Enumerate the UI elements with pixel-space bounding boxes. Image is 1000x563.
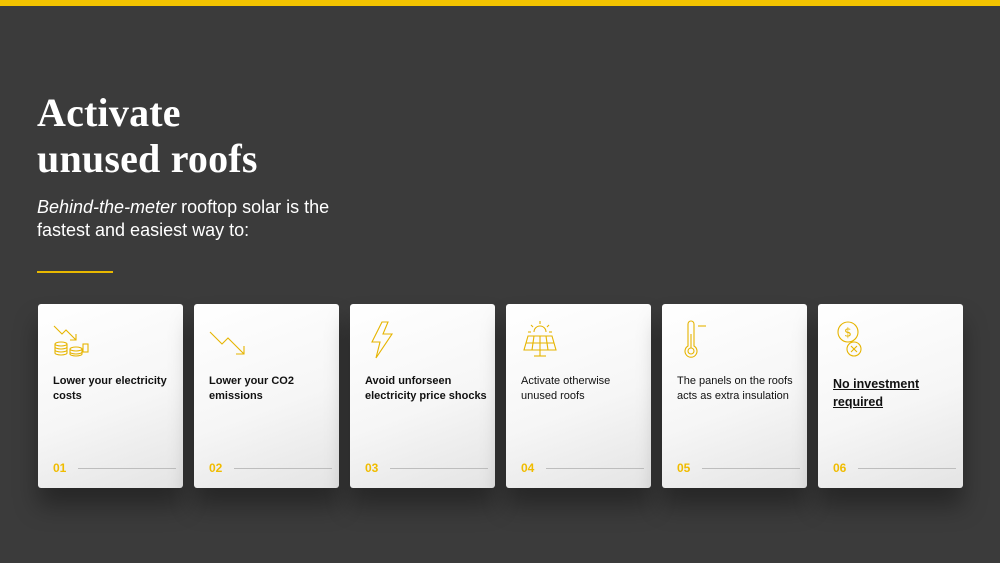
benefit-card-02: Lower your CO2 emissions 02 [194, 304, 339, 488]
benefit-label: Avoid unforseen electricity price shocks [365, 375, 487, 402]
benefit-label: No investment required [833, 377, 920, 409]
benefit-number: 02 [209, 461, 223, 475]
benefit-label: Lower your electricity costs [53, 375, 167, 402]
benefit-card-03: Avoid unforseen electricity price shocks… [350, 304, 495, 488]
benefit-number: 01 [53, 461, 67, 475]
title-line-2: unused roofs [37, 136, 258, 181]
trend-down-arrow-icon [208, 320, 248, 360]
dollar-no-cost-icon: $ [832, 320, 872, 360]
solar-panel-sun-icon [520, 320, 560, 360]
card-divider [234, 468, 332, 469]
benefit-number: 03 [365, 461, 379, 475]
slide-title: Activate unused roofs [37, 90, 258, 182]
card-divider [390, 468, 488, 469]
benefit-label: The panels on the roofs acts as extra in… [677, 375, 793, 402]
cost-down-coins-icon [52, 320, 92, 360]
top-accent-bar [0, 0, 1000, 6]
card-divider [702, 468, 800, 469]
slide-subtitle: Behind-the-meter rooftop solar is the fa… [37, 196, 357, 242]
accent-divider [37, 271, 113, 273]
card-divider [78, 468, 176, 469]
benefit-card-01: Lower your electricity costs 01 [38, 304, 183, 488]
benefit-number: 05 [677, 461, 691, 475]
card-divider [546, 468, 644, 469]
benefit-card-06: $ No investment required 06 [818, 304, 963, 488]
benefit-card-04: Activate otherwise unused roofs 04 [506, 304, 651, 488]
title-line-1: Activate [37, 90, 181, 135]
lightning-bolt-icon [364, 320, 404, 360]
subtitle-emphasis: Behind-the-meter [37, 197, 177, 217]
thermometer-icon [676, 320, 716, 360]
benefit-number: 06 [833, 461, 847, 475]
svg-text:$: $ [844, 326, 852, 340]
card-divider [858, 468, 956, 469]
benefit-card-05: The panels on the roofs acts as extra in… [662, 304, 807, 488]
benefit-number: 04 [521, 461, 535, 475]
benefit-label: Activate otherwise unused roofs [521, 375, 611, 402]
benefit-label: Lower your CO2 emissions [209, 375, 294, 402]
